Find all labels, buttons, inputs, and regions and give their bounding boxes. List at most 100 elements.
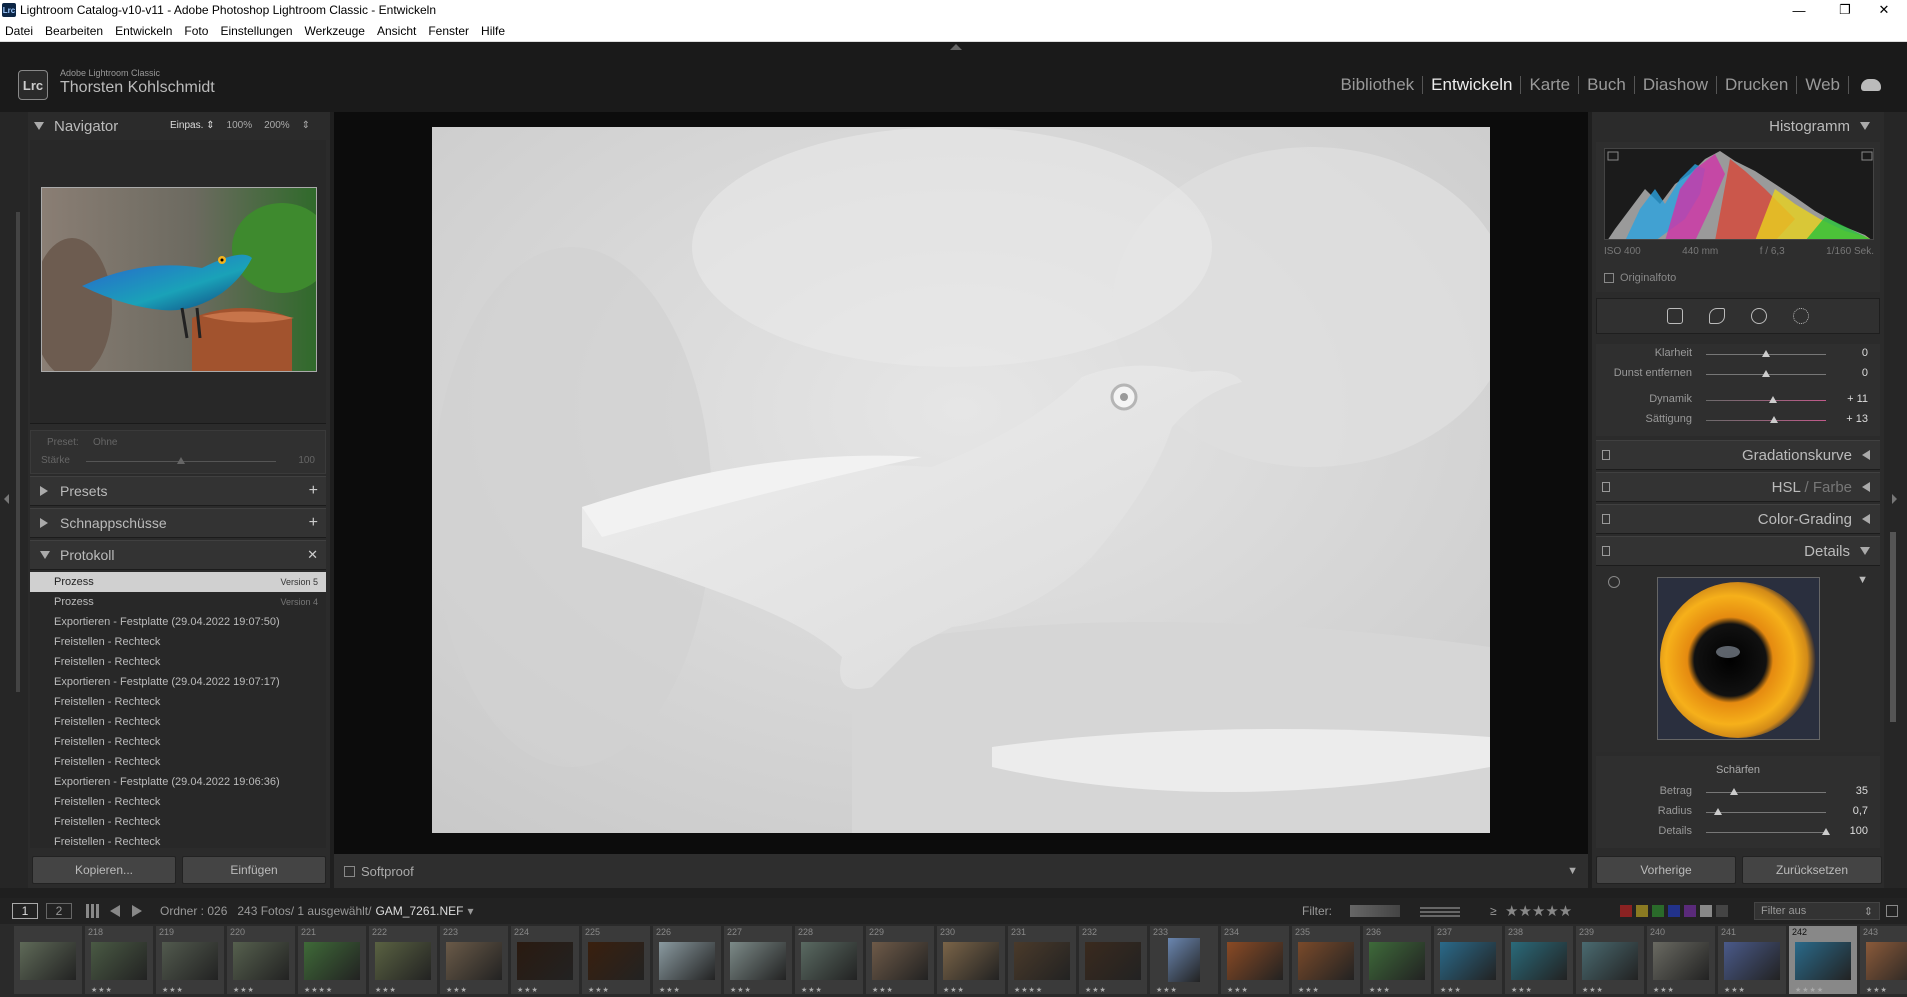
menu-fenster[interactable]: Fenster	[423, 24, 476, 38]
history-item[interactable]: Prozess Version 4	[30, 592, 326, 612]
slider-value[interactable]: 0	[1862, 347, 1868, 359]
filmstrip-cell[interactable]: 227 ★★★	[724, 926, 792, 994]
preview-toggle-button[interactable]: ▼	[1857, 574, 1868, 586]
filmstrip-thumbnail[interactable]	[730, 942, 786, 980]
filmstrip-cell[interactable]: 235 ★★★	[1292, 926, 1360, 994]
filmstrip-thumbnail[interactable]	[1227, 942, 1283, 980]
slider-track[interactable]	[1706, 812, 1826, 813]
panel-switch-icon[interactable]	[1602, 514, 1610, 524]
filmstrip-cell[interactable]: 224 ★★★	[511, 926, 579, 994]
filter-lock-icon[interactable]	[1886, 905, 1898, 917]
original-photo-toggle[interactable]: Originalfoto	[1604, 272, 1676, 284]
paste-button[interactable]: Einfügen	[182, 856, 326, 884]
slider-knob[interactable]	[1714, 808, 1722, 815]
minimize-button[interactable]: —	[1776, 0, 1822, 20]
slider-track[interactable]	[1706, 400, 1826, 401]
slider-knob[interactable]	[1769, 416, 1778, 423]
clear-history-button[interactable]: ✕	[307, 547, 318, 563]
filmstrip-thumbnail[interactable]	[1085, 942, 1141, 980]
filmstrip-thumbnail[interactable]	[91, 942, 147, 980]
filmstrip-thumbnail[interactable]	[1582, 942, 1638, 980]
filmstrip-cell[interactable]: 231 ★★★★	[1008, 926, 1076, 994]
panel-switch-icon[interactable]	[1602, 450, 1610, 460]
filmstrip-cell[interactable]: 230 ★★★	[937, 926, 1005, 994]
histogram-header[interactable]: Histogramm	[1596, 112, 1880, 140]
color-grading-section[interactable]: Color-Grading	[1596, 504, 1880, 534]
second-screen-button[interactable]: 2	[46, 903, 72, 919]
left-scrollbar[interactable]	[16, 212, 20, 692]
previous-button[interactable]: Vorherige	[1596, 856, 1736, 884]
history-item[interactable]: Exportieren - Festplatte (29.04.2022 19:…	[30, 672, 326, 692]
healing-brush-icon[interactable]	[1709, 308, 1725, 324]
crop-icon[interactable]	[1667, 308, 1683, 324]
detail-zoom-preview[interactable]	[1657, 577, 1820, 740]
history-item[interactable]: Freistellen - Rechteck	[30, 752, 326, 772]
red-eye-icon[interactable]	[1751, 308, 1767, 324]
module-drucken[interactable]: Drucken	[1717, 76, 1798, 94]
masking-icon[interactable]	[1793, 308, 1809, 324]
history-item[interactable]: Freistellen - Rechteck	[30, 812, 326, 832]
filmstrip-thumbnail[interactable]	[943, 942, 999, 980]
color-label-yellow[interactable]	[1636, 905, 1648, 917]
filmstrip-cell[interactable]: 238 ★★★	[1505, 926, 1573, 994]
filmstrip-cell[interactable]: 223 ★★★	[440, 926, 508, 994]
slider-value[interactable]: + 11	[1847, 393, 1868, 405]
rating-filter-stars[interactable]: ★★★★★	[1505, 902, 1572, 920]
filmstrip-cell[interactable]: 237 ★★★	[1434, 926, 1502, 994]
main-photo[interactable]	[432, 127, 1490, 833]
snapshots-section[interactable]: Schnappschüsse +	[30, 508, 326, 538]
history-item[interactable]: Freistellen - Rechteck	[30, 712, 326, 732]
copy-button[interactable]: Kopieren...	[32, 856, 176, 884]
slider-knob[interactable]	[1822, 828, 1830, 835]
history-item[interactable]: Freistellen - Rechteck	[30, 792, 326, 812]
filmstrip-thumbnail[interactable]	[588, 942, 644, 980]
filmstrip-thumbnail[interactable]	[1795, 942, 1851, 980]
filmstrip-cell[interactable]: 225 ★★★	[582, 926, 650, 994]
history-item[interactable]: Freistellen - Rechteck	[30, 732, 326, 752]
menu-einstellungen[interactable]: Einstellungen	[215, 24, 299, 38]
filmstrip-cell[interactable]: 229 ★★★	[866, 926, 934, 994]
main-screen-button[interactable]: 1	[12, 903, 38, 919]
filmstrip-cell[interactable]: 222 ★★★	[369, 926, 437, 994]
filter-preset-dropdown[interactable]: Filter aus ⇕	[1754, 902, 1880, 920]
filmstrip-cell[interactable]: 221 ★★★★	[298, 926, 366, 994]
zoom-100[interactable]: 100%	[227, 120, 253, 131]
filmstrip-cell[interactable]: 239 ★★★	[1576, 926, 1644, 994]
module-buch[interactable]: Buch	[1579, 76, 1635, 94]
slider-value[interactable]: 0,7	[1853, 805, 1868, 817]
module-entwickeln[interactable]: Entwickeln	[1423, 76, 1522, 94]
color-label-red[interactable]	[1620, 905, 1632, 917]
zoom-more[interactable]: ⇕	[302, 120, 310, 131]
right-scrollbar[interactable]	[1890, 532, 1896, 722]
filmstrip-thumbnail[interactable]	[1511, 942, 1567, 980]
filmstrip-thumbnail[interactable]	[1014, 942, 1070, 980]
filmstrip-cell[interactable]: 241 ★★★	[1718, 926, 1786, 994]
grid-view-icon[interactable]	[86, 904, 100, 918]
slider-track[interactable]	[1706, 792, 1826, 793]
flag-filter-icon[interactable]	[1350, 905, 1400, 917]
filmstrip-thumbnail[interactable]	[20, 942, 76, 980]
filmstrip-thumbnail[interactable]	[517, 942, 573, 980]
menu-werkzeuge[interactable]: Werkzeuge	[300, 24, 372, 38]
add-snapshot-button[interactable]: +	[309, 514, 318, 532]
presets-section[interactable]: Presets +	[30, 476, 326, 506]
filmstrip-cell[interactable]: 242 ★★★★	[1789, 926, 1857, 994]
original-photo-checkbox[interactable]	[1604, 273, 1614, 283]
collapse-top-panel-icon[interactable]	[950, 44, 962, 50]
slider-value[interactable]: 100	[1850, 825, 1868, 837]
menu-hilfe[interactable]: Hilfe	[476, 24, 512, 38]
menu-bearbeiten[interactable]: Bearbeiten	[40, 24, 110, 38]
filmstrip-thumbnail[interactable]	[1168, 938, 1200, 982]
filmstrip-thumbnail[interactable]	[801, 942, 857, 980]
close-window-button[interactable]: ✕	[1861, 0, 1907, 20]
file-menu-arrow[interactable]: ▾	[468, 904, 474, 918]
collapse-right-icon[interactable]	[1892, 494, 1897, 504]
history-item[interactable]: Freistellen - Rechteck	[30, 632, 326, 652]
panel-switch-icon[interactable]	[1602, 482, 1610, 492]
left-panel-edge[interactable]	[0, 112, 28, 888]
menu-entwickeln[interactable]: Entwickeln	[110, 24, 179, 38]
reset-button[interactable]: Zurücksetzen	[1742, 856, 1882, 884]
slider-value[interactable]: + 13	[1846, 413, 1868, 425]
module-karte[interactable]: Karte	[1521, 76, 1580, 94]
filmstrip-cell[interactable]: 233 ★★★	[1150, 926, 1218, 994]
